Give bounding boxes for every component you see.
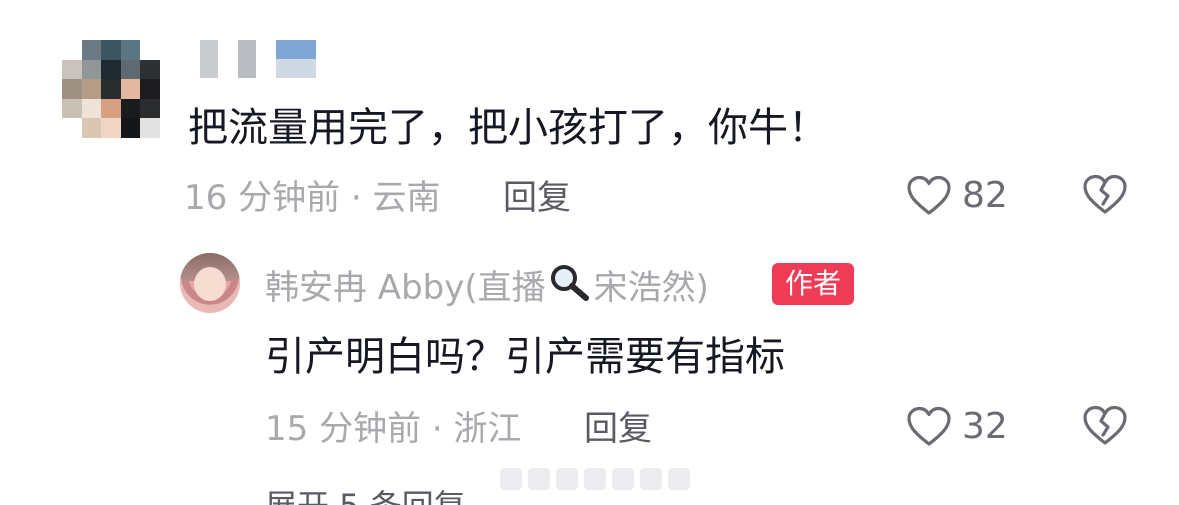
watermark <box>500 468 690 490</box>
meta-separator: · <box>350 178 362 218</box>
author-name-suffix: 宋浩然) <box>593 267 709 308</box>
reply-like-count: 32 <box>962 406 1008 447</box>
author-name[interactable]: 韩安冉 Abby(直播 宋浩然) <box>265 262 709 313</box>
commenter-name-obscured[interactable] <box>200 40 316 80</box>
heart-outline-icon <box>906 406 952 448</box>
commenter-avatar[interactable] <box>62 40 160 138</box>
reply-button[interactable]: 回复 <box>503 176 571 220</box>
reply-time: 15 分钟前 <box>265 409 422 449</box>
reply-meta: 15 分钟前 · 浙江 <box>265 407 522 451</box>
author-avatar[interactable] <box>180 253 240 313</box>
reply-text: 引产明白吗？引产需要有指标 <box>265 334 785 380</box>
comment-text: 把流量用完了，把小孩打了，你牛！ <box>188 105 828 151</box>
broken-heart-icon[interactable] <box>1082 405 1128 447</box>
comment-location: 云南 <box>372 178 441 218</box>
like-count: 82 <box>962 175 1008 216</box>
reply-reply-button[interactable]: 回复 <box>584 407 652 451</box>
author-badge: 作者 <box>772 263 854 305</box>
broken-heart-icon[interactable] <box>1082 174 1128 216</box>
comment-thread: 把流量用完了，把小孩打了，你牛！ 16 分钟前 · 云南 回复 82 韩安冉 A… <box>0 0 1179 505</box>
reply-like-button[interactable]: 32 <box>906 405 1008 449</box>
heart-outline-icon <box>906 175 952 217</box>
comment-time: 16 分钟前 <box>184 178 341 218</box>
magnifier-icon <box>548 262 592 313</box>
like-button[interactable]: 82 <box>906 174 1008 218</box>
expand-replies-button[interactable]: 展开 5 条回复 <box>265 486 466 505</box>
meta-separator: · <box>431 409 443 449</box>
author-name-prefix: 韩安冉 Abby(直播 <box>265 267 546 308</box>
comment-meta: 16 分钟前 · 云南 <box>184 176 441 220</box>
reply-location: 浙江 <box>453 409 522 449</box>
